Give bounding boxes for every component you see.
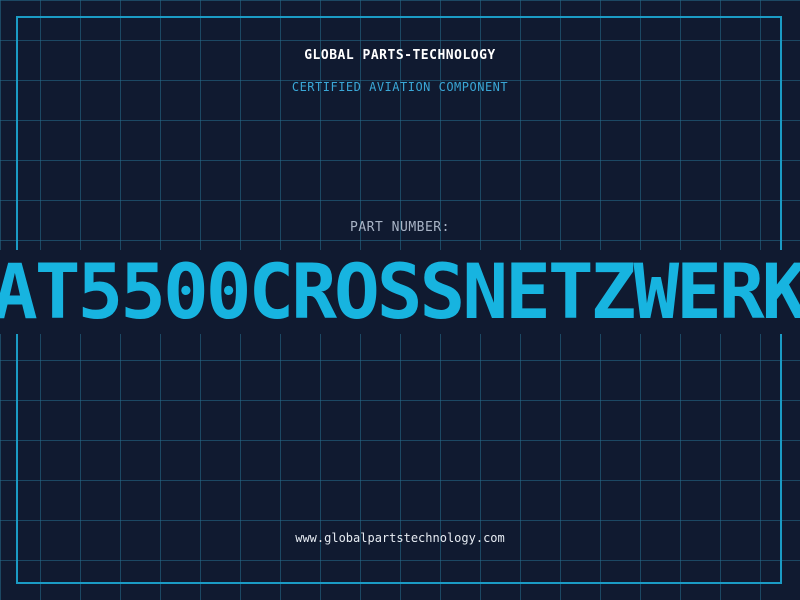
part-number-label: PART NUMBER: (350, 220, 450, 235)
certificate-panel: GLOBAL PARTS-TECHNOLOGY CERTIFIED AVIATI… (0, 0, 800, 600)
part-number-value: AT5500CROSSNETZWERK (0, 250, 800, 334)
part-number-band: AT5500CROSSNETZWERK (0, 250, 800, 334)
certification-subtitle: CERTIFIED AVIATION COMPONENT (291, 80, 509, 94)
company-name: GLOBAL PARTS-TECHNOLOGY (304, 48, 496, 63)
website-url: www.globalpartstechnology.com (295, 531, 505, 545)
